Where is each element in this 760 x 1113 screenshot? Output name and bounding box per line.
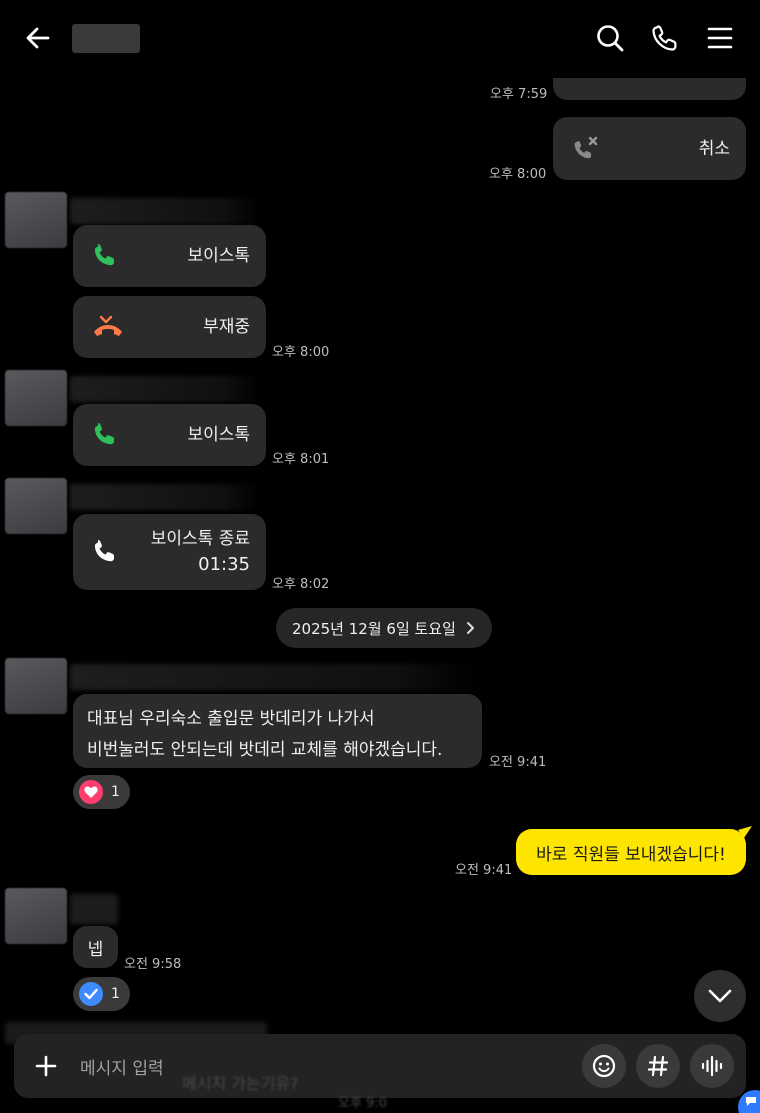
phone-icon — [94, 423, 114, 445]
call-button[interactable] — [643, 16, 687, 60]
call-bubble-voicetalk[interactable]: 보이스톡 — [73, 225, 266, 287]
call-label: 보이스톡 — [187, 246, 250, 266]
message-text: 바로 직원들 보내겠습니다! — [536, 844, 726, 865]
sender-name-redacted — [70, 664, 475, 690]
call-label: 취소 — [698, 138, 730, 159]
message-line: 대표님 우리숙소 출입문 밧데리가 나가서 — [87, 709, 375, 729]
waveform-icon — [701, 1055, 723, 1077]
heart-icon — [79, 780, 103, 804]
check-icon — [79, 982, 103, 1006]
phone-canceled-icon — [574, 136, 598, 158]
avatar[interactable] — [5, 192, 67, 248]
message-time: 오전 9:41 — [455, 863, 513, 878]
message-time: 오후 7:59 — [490, 87, 548, 102]
message-bubble[interactable]: 넵 — [73, 926, 118, 968]
voice-record-button[interactable] — [690, 1044, 734, 1088]
back-button[interactable] — [16, 16, 60, 60]
chevron-right-icon — [466, 622, 474, 634]
my-message-bubble[interactable]: 바로 직원들 보내겠습니다! — [516, 829, 746, 875]
message-time: 오후 8:02 — [272, 577, 330, 592]
phone-icon — [652, 25, 677, 51]
reaction-heart[interactable]: 1 — [73, 775, 130, 809]
message-time: 오후 8:01 — [272, 452, 330, 467]
hashtag-button[interactable] — [636, 1044, 680, 1088]
menu-button[interactable] — [698, 16, 742, 60]
sender-name-redacted — [70, 198, 260, 224]
plus-icon — [35, 1055, 57, 1077]
message-bubble[interactable]: 대표님 우리숙소 출입문 밧데리가 나가서 비번눌러도 안되는데 밧데리 교체를… — [73, 694, 482, 768]
background-message-text: 메시지 가는기유? — [182, 1074, 299, 1093]
date-label: 2025년 12월 6일 토요일 — [292, 619, 456, 638]
smile-icon — [592, 1054, 616, 1078]
call-bubble-missed[interactable]: 부재중 — [73, 296, 266, 358]
search-icon — [597, 25, 624, 52]
date-divider[interactable]: 2025년 12월 6일 토요일 — [276, 608, 492, 648]
call-label: 보이스톡 — [187, 425, 250, 445]
top-bar — [0, 0, 760, 78]
call-label: 보이스톡 종료 — [150, 529, 250, 549]
menu-icon — [707, 27, 733, 49]
call-label: 부재중 — [203, 317, 250, 337]
hash-icon — [647, 1055, 669, 1077]
message-time: 오후 8:00 — [489, 167, 547, 182]
message-input[interactable]: 메시지 입력 — [80, 1054, 164, 1079]
phone-icon — [94, 540, 114, 562]
call-bubble-canceled[interactable]: 취소 — [553, 117, 746, 180]
sender-name-redacted — [70, 484, 260, 510]
call-ended-text: 보이스톡 종료 01:35 — [151, 526, 250, 578]
reaction-check[interactable]: 1 — [73, 977, 130, 1011]
message-line: 비번눌러도 안되는데 밧데리 교체를 해야겠습니다. — [87, 740, 443, 760]
call-bubble-ended[interactable]: 보이스톡 종료 01:35 — [73, 514, 266, 590]
avatar[interactable] — [5, 888, 67, 944]
reaction-count: 1 — [111, 784, 120, 800]
scroll-to-bottom-button[interactable] — [694, 970, 746, 1022]
avatar[interactable] — [5, 658, 67, 714]
sender-name-redacted — [70, 894, 118, 924]
arrow-left-icon — [26, 27, 50, 49]
missed-call-icon — [94, 315, 122, 336]
message-composer: 메시지 입력 메시지 가는기유? — [14, 1034, 746, 1098]
call-duration: 01:35 — [198, 554, 250, 575]
avatar[interactable] — [5, 370, 67, 426]
chat-title-redacted — [72, 24, 140, 53]
chevron-down-icon — [708, 989, 732, 1003]
chat-bubble-icon — [746, 1097, 756, 1106]
phone-icon — [94, 244, 114, 266]
search-button[interactable] — [588, 16, 632, 60]
attach-button[interactable] — [26, 1046, 66, 1086]
call-bubble-voicetalk[interactable]: 보이스톡 — [73, 404, 266, 466]
message-time: 오전 9:41 — [489, 755, 547, 770]
bubble-tail — [738, 826, 752, 838]
emoticon-button[interactable] — [582, 1044, 626, 1088]
sender-name-redacted — [70, 376, 260, 402]
message-time: 오후 8:00 — [272, 345, 330, 360]
avatar[interactable] — [5, 478, 67, 534]
reaction-count: 1 — [111, 986, 120, 1002]
background-message-time: 오후 9:0 — [338, 1096, 387, 1111]
message-text: 넵 — [87, 939, 104, 960]
message-time: 오전 9:58 — [124, 957, 182, 972]
